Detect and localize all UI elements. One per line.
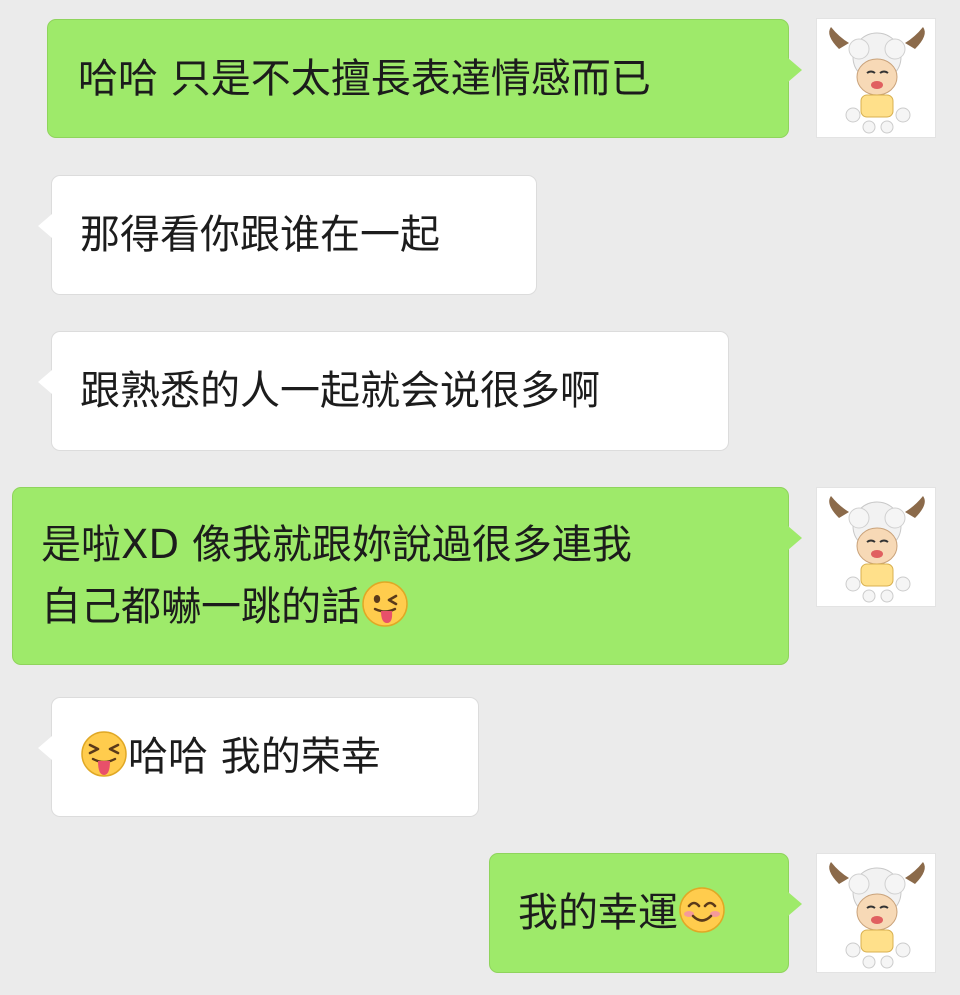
message-bubble-received[interactable]: 那得看你跟谁在一起 <box>38 175 537 295</box>
smiling-face-with-smiling-eyes-icon <box>679 887 725 933</box>
message-text: 那得看你跟谁在一起 <box>80 212 440 258</box>
message-bubble-received[interactable]: 跟熟悉的人一起就会说很多啊 <box>38 331 729 451</box>
message-text: 我的幸運 <box>518 890 678 936</box>
message-text: 哈哈 我的荣幸 <box>128 734 381 780</box>
message-text-line: 自己都嚇一跳的話 <box>41 576 788 638</box>
message-text: 哈哈 只是不太擅長表達情感而已 <box>78 56 651 102</box>
message-text-line: 是啦XD 像我就跟妳說過很多連我 <box>41 522 632 568</box>
squinting-tongue-face-icon <box>81 731 127 777</box>
cartoon-sheep-avatar-icon <box>829 862 925 969</box>
message-bubble-sent[interactable]: 哈哈 只是不太擅長表達情感而已 <box>47 19 802 138</box>
winking-tongue-face-icon <box>362 581 408 627</box>
message-bubble-sent[interactable]: 是啦XD 像我就跟妳說過很多連我 自己都嚇一跳的話 <box>12 487 802 665</box>
message-text: 跟熟悉的人一起就会说很多啊 <box>80 368 600 414</box>
message-text: 自己都嚇一跳的話 <box>41 584 361 630</box>
avatar[interactable] <box>816 18 936 138</box>
cartoon-sheep-avatar-icon <box>829 27 925 134</box>
avatar[interactable] <box>816 487 936 607</box>
message-bubble-received[interactable]: 哈哈 我的荣幸 <box>38 697 479 817</box>
message-bubble-sent[interactable]: 我的幸運 <box>489 853 802 973</box>
avatar[interactable] <box>816 853 936 973</box>
cartoon-sheep-avatar-icon <box>829 496 925 603</box>
